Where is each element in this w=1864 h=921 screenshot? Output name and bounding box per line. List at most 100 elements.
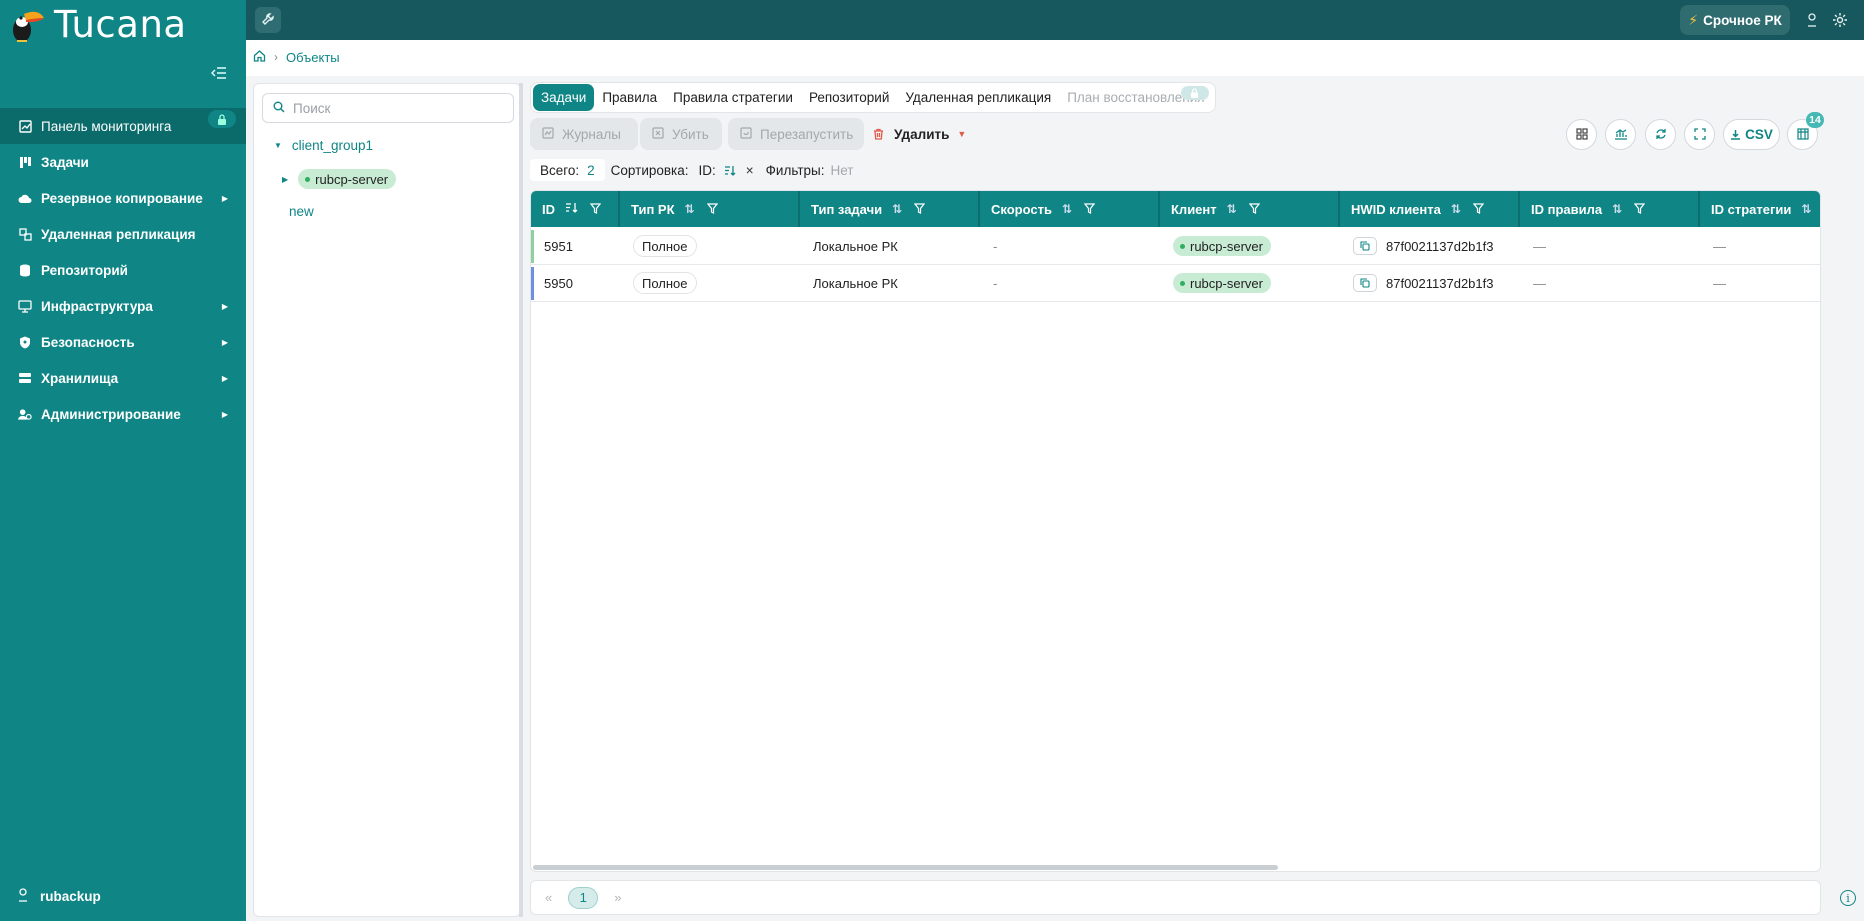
sidebar-item-admin[interactable]: Администрирование ▶: [0, 396, 246, 432]
sort-icon[interactable]: ⇅: [1227, 202, 1237, 216]
sort-icon[interactable]: ⇅: [1612, 202, 1622, 216]
filter-icon[interactable]: [1472, 202, 1485, 217]
tools-button[interactable]: [255, 7, 281, 33]
column-header[interactable]: Тип РК ⇅: [620, 191, 800, 227]
tab-repository[interactable]: Репозиторий: [801, 84, 897, 111]
client-chip-label: rubcp-server: [1190, 275, 1263, 291]
column-header[interactable]: ID: [531, 191, 620, 227]
chart-view-button[interactable]: [1605, 119, 1636, 150]
prev-page-button[interactable]: «: [545, 890, 552, 905]
filter-icon[interactable]: [1083, 202, 1096, 217]
sidebar-item-label: Удаленная репликация: [41, 226, 196, 242]
column-title: Тип задачи: [811, 201, 883, 217]
shield-icon: [18, 335, 32, 349]
table-row[interactable]: 5951 Полное Локальное РК - rubcp-server …: [531, 228, 1820, 265]
column-header[interactable]: ID стратегии ⇅: [1700, 191, 1820, 227]
refresh-button[interactable]: [1645, 119, 1676, 150]
copy-icon[interactable]: [1353, 237, 1377, 255]
csv-label: CSV: [1745, 127, 1773, 142]
fullscreen-icon: [1693, 127, 1706, 143]
tab-rules[interactable]: Правила: [594, 84, 665, 111]
chevron-right-icon: ▶: [221, 409, 228, 419]
breadcrumb-current[interactable]: Объекты: [286, 50, 340, 65]
tree-node-client[interactable]: ▶ rubcp-server: [282, 169, 397, 189]
column-header[interactable]: ID правила ⇅: [1520, 191, 1700, 227]
total-box: Всего: 2: [530, 159, 605, 181]
sort-icon[interactable]: ⇅: [892, 202, 902, 216]
client-chip[interactable]: rubcp-server: [1173, 236, 1271, 256]
user-menu-icon[interactable]: [1803, 11, 1821, 29]
cell-id: 5950: [544, 275, 573, 291]
filter-icon[interactable]: [706, 202, 718, 217]
search-input[interactable]: [293, 100, 493, 116]
table-row[interactable]: 5950 Полное Локальное РК - rubcp-server …: [531, 265, 1820, 302]
wrench-icon: [261, 12, 275, 29]
grid-view-button[interactable]: [1566, 119, 1597, 150]
page-number-button[interactable]: 1: [568, 886, 599, 909]
logs-button[interactable]: Журналы: [530, 118, 638, 150]
tab-tasks[interactable]: Задачи: [533, 84, 595, 111]
sort-icon[interactable]: [565, 202, 578, 216]
download-icon: [1730, 129, 1741, 140]
clear-sort-icon[interactable]: ×: [746, 163, 754, 178]
sidebar-item-security[interactable]: Безопасность ▶: [0, 324, 246, 360]
sidebar-item-tasks[interactable]: Задачи: [0, 144, 246, 180]
collapse-menu-icon[interactable]: [210, 66, 228, 84]
fullscreen-button[interactable]: [1684, 119, 1715, 150]
sidebar-item-infrastructure[interactable]: Инфраструктура ▶: [0, 288, 246, 324]
caret-down-icon[interactable]: ▼: [957, 129, 966, 139]
info-icon[interactable]: i: [1840, 890, 1856, 906]
sort-icon[interactable]: ⇅: [1801, 202, 1811, 216]
table-header: ID Тип РК ⇅ Тип задачи ⇅ Скорость ⇅ Клие…: [531, 191, 1820, 227]
replication-icon: [18, 227, 32, 241]
client-chip[interactable]: rubcp-server: [298, 169, 397, 189]
filter-icon[interactable]: [1633, 202, 1646, 217]
app-logo[interactable]: Tucana: [8, 2, 187, 46]
sort-icon[interactable]: ⇅: [685, 202, 695, 216]
filter-icon[interactable]: [1248, 202, 1260, 217]
kill-button[interactable]: Убить: [640, 118, 722, 150]
sidebar-item-storage[interactable]: Хранилища ▶: [0, 360, 246, 396]
copy-icon[interactable]: [1353, 274, 1377, 292]
tab-remote-replication[interactable]: Удаленная репликация: [897, 84, 1059, 111]
sidebar-item-dashboard[interactable]: Панель мониторинга: [0, 108, 246, 144]
column-header[interactable]: Тип задачи ⇅: [800, 191, 980, 227]
column-title: Скорость: [991, 201, 1052, 217]
tree-search[interactable]: [262, 93, 514, 123]
delete-label: Удалить: [894, 126, 950, 142]
sort-icon[interactable]: ⇅: [1062, 202, 1072, 216]
delete-button[interactable]: Удалить ▼: [873, 118, 966, 150]
column-header[interactable]: Скорость ⇅: [980, 191, 1160, 227]
sidebar-item-backup[interactable]: Резервное копирование ▶: [0, 180, 246, 216]
caret-down-icon[interactable]: ▼: [274, 141, 282, 150]
app-name: Tucana: [54, 2, 187, 46]
restart-button[interactable]: Перезапустить: [728, 118, 864, 150]
home-icon[interactable]: [253, 49, 266, 65]
sidebar-item-repository[interactable]: Репозиторий: [0, 252, 246, 288]
next-page-button[interactable]: »: [614, 890, 621, 905]
panel-splitter[interactable]: [519, 83, 523, 917]
sidebar-item-replication[interactable]: Удаленная репликация: [0, 216, 246, 252]
filter-icon[interactable]: [589, 202, 602, 217]
column-header[interactable]: Клиент ⇅: [1160, 191, 1340, 227]
client-chip-label: rubcp-server: [315, 171, 389, 187]
gear-icon[interactable]: [1831, 11, 1849, 29]
column-header[interactable]: HWID клиента ⇅: [1340, 191, 1520, 227]
column-title: Тип РК: [631, 201, 675, 217]
status-dot: [305, 176, 311, 182]
filter-icon[interactable]: [913, 202, 926, 217]
export-csv-button[interactable]: CSV: [1723, 119, 1780, 150]
tree-node-new[interactable]: new: [289, 204, 314, 219]
caret-right-icon[interactable]: ▶: [282, 175, 288, 184]
tree-node-group[interactable]: ▼ client_group1: [274, 138, 373, 153]
sort-icon[interactable]: ⇅: [1451, 202, 1461, 216]
repository-icon: [18, 263, 32, 277]
kill-icon: [652, 126, 664, 142]
chevron-right-icon: ▶: [221, 301, 228, 311]
urgent-backup-button[interactable]: ⚡ Срочное РК: [1680, 5, 1790, 35]
current-user[interactable]: rubackup: [18, 888, 101, 905]
client-chip[interactable]: rubcp-server: [1173, 273, 1271, 293]
horizontal-scrollbar[interactable]: [533, 865, 1278, 870]
cell-client: rubcp-server: [1160, 236, 1340, 256]
tab-strategy-rules[interactable]: Правила стратегии: [665, 84, 801, 111]
